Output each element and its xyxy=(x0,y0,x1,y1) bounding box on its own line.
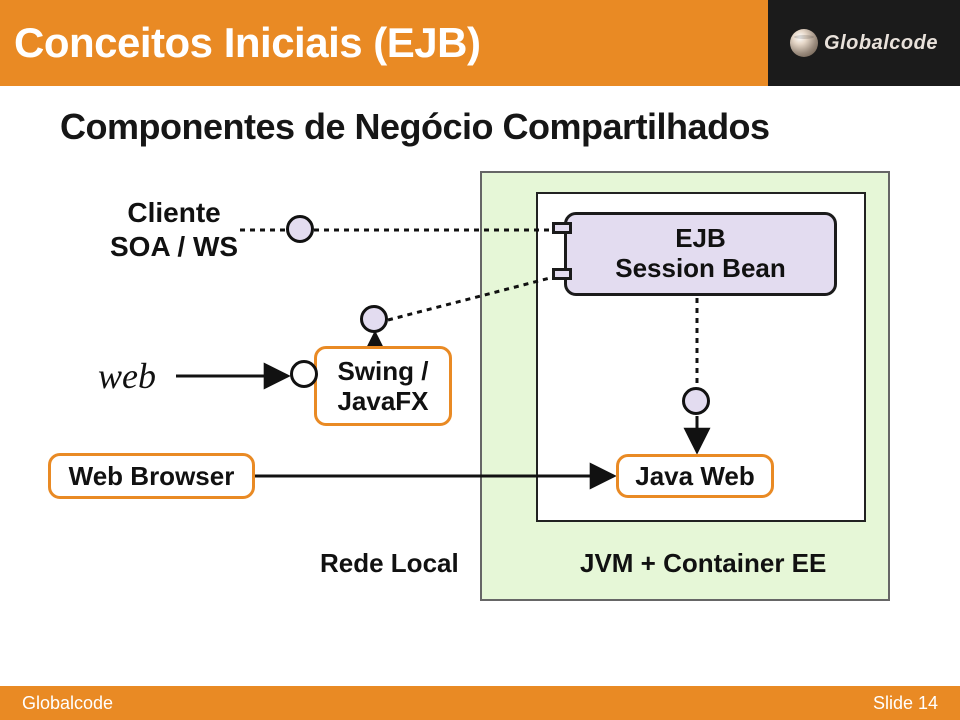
title-bar: Conceitos Iniciais (EJB) Globalcode xyxy=(0,0,960,86)
web-label: web xyxy=(98,355,156,397)
swing-line1: Swing / xyxy=(337,356,428,386)
swing-javafx-box: Swing / JavaFX xyxy=(314,346,452,426)
java-web-box: Java Web xyxy=(616,454,774,498)
logo-box: Globalcode xyxy=(768,0,960,86)
slide-label: Slide xyxy=(873,693,918,713)
client-line1: Cliente xyxy=(127,197,220,228)
interface-port-icon xyxy=(290,360,318,388)
web-browser-box: Web Browser xyxy=(48,453,255,499)
ejb-line1: EJB xyxy=(675,223,726,253)
logo: Globalcode xyxy=(790,29,938,57)
slide-subtitle: Componentes de Negócio Compartilhados xyxy=(60,106,770,148)
interface-port-icon xyxy=(286,215,314,243)
interface-port-icon xyxy=(360,305,388,333)
ejb-port-icon xyxy=(552,268,572,280)
ejb-line2: Session Bean xyxy=(615,253,786,283)
interface-port-icon xyxy=(682,387,710,415)
page-title: Conceitos Iniciais (EJB) xyxy=(0,19,480,67)
slide-number: 14 xyxy=(918,693,938,713)
local-network-label: Rede Local xyxy=(320,548,459,579)
footer-right: Slide 14 xyxy=(873,693,938,714)
client-line2: SOA / WS xyxy=(110,231,238,262)
footer-left: Globalcode xyxy=(22,693,113,714)
swing-line2: JavaFX xyxy=(337,386,428,416)
footer-bar: Globalcode Slide 14 xyxy=(0,686,960,720)
logo-text: Globalcode xyxy=(824,32,938,55)
ejb-port-icon xyxy=(552,222,572,234)
jvm-container-label: JVM + Container EE xyxy=(580,548,826,579)
globe-icon xyxy=(790,29,818,57)
client-label: Cliente SOA / WS xyxy=(110,196,238,263)
ejb-session-bean-box: EJB Session Bean xyxy=(564,212,837,296)
